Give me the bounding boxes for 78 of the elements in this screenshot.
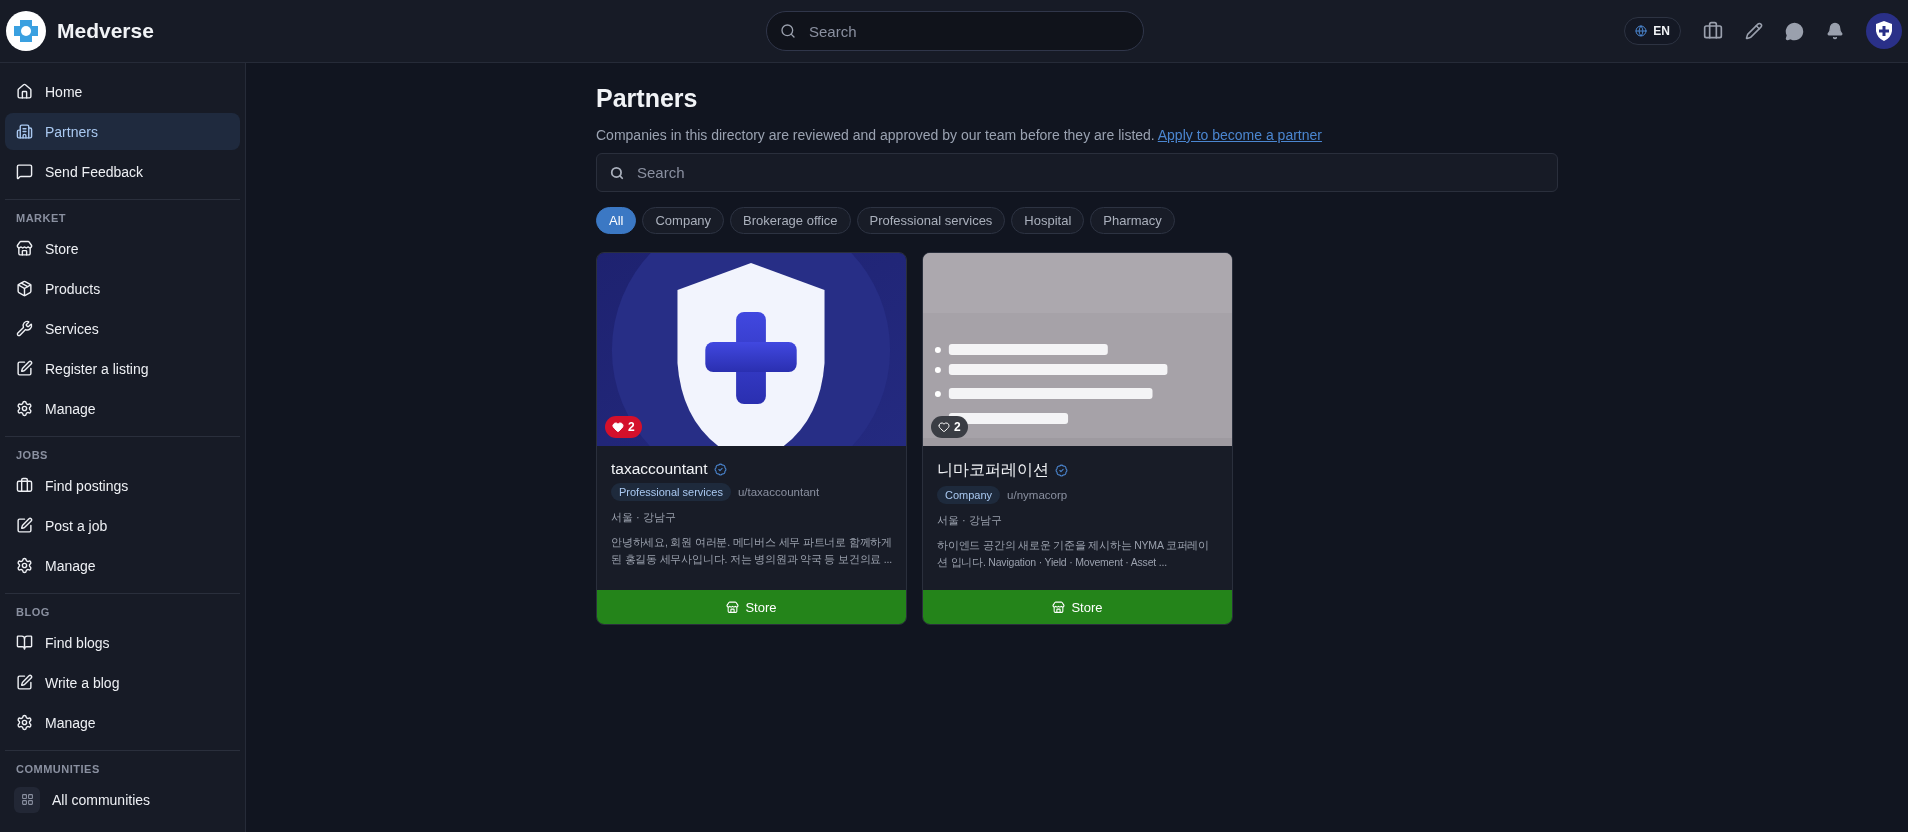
store-icon (16, 240, 33, 257)
page-title: Partners (596, 84, 699, 113)
building-icon (16, 123, 33, 140)
like-badge[interactable]: 2 (931, 416, 968, 438)
filter-chip[interactable]: All (596, 207, 637, 234)
search-icon (610, 165, 624, 180)
store-button[interactable]: Store (923, 590, 1232, 624)
category-tag: Company (937, 486, 1001, 504)
partner-description: 안녕하세요, 회원 여러분. 메디버스 세무 파트너로 함께하게 된 홍길동 세무사입니다. 저는 병의원과 약국 등 보건의료 ... (611, 535, 892, 567)
partner-card[interactable]: 2 니마코퍼레이션 Company u/nymacorp 서울 · 강남구 하이엔드 공간의 새로운 기준을 제시하는 NYMA 코퍼레이션 입니다. Navigation · Yield · Movement · Asset ... Store (922, 252, 1233, 625)
section-heading: BLOG (15, 605, 51, 620)
filter-chip[interactable]: Company (642, 207, 725, 234)
sidebar-item[interactable]: Register a listing (5, 350, 240, 387)
sidebar-item[interactable]: Find blogs (5, 624, 240, 661)
partner-card[interactable]: 2 taxaccountant Professional services u/taxaccountant 서울 · 강남구 안녕하세요, 회원 여러분. 메디버스 세무 파트너로 함께하게 된 홍길동 세무사입니다. 저는 병의원과 약국 등 보건의료 ... Store (596, 252, 907, 625)
store-button[interactable]: Store (597, 590, 906, 624)
sidebar-item[interactable]: Manage (5, 390, 240, 427)
location-text: 서울 · 강남구 (611, 510, 677, 525)
store-icon (726, 600, 740, 614)
user-handle: u/taxaccountant (737, 486, 820, 498)
settings-icon (16, 557, 33, 574)
logo-icon (6, 11, 46, 51)
settings-icon (16, 714, 33, 731)
sidebar-item[interactable]: Send Feedback (5, 153, 240, 190)
sidebar-item[interactable]: All communities (5, 781, 240, 818)
sidebar-item[interactable]: Write a blog (5, 664, 240, 701)
wrench-icon (16, 320, 33, 337)
globe-icon (1635, 25, 1648, 37)
book-icon (16, 634, 33, 651)
box-icon (16, 280, 33, 297)
avatar[interactable] (1866, 13, 1902, 49)
page-description: Companies in this directory are reviewed and approved by our team before they are listed. Apply to become a partner (596, 127, 1323, 143)
search-field[interactable]: Search (596, 153, 1558, 192)
pencil-button[interactable] (1745, 22, 1763, 40)
filter-chip[interactable]: Hospital (1011, 207, 1085, 234)
sidebar-item[interactable]: Post a job (5, 507, 240, 544)
search-field[interactable]: Search (766, 11, 1144, 51)
briefcase-icon (16, 477, 33, 494)
section-heading: JOBS (15, 448, 49, 463)
sidebar-item[interactable]: Services (5, 310, 240, 347)
edit-icon (16, 674, 33, 691)
like-badge[interactable]: 2 (605, 416, 642, 438)
filter-chip[interactable]: Pharmacy (1090, 207, 1175, 234)
sidebar-item[interactable]: Manage (5, 547, 240, 584)
like-count: 2 (954, 420, 961, 434)
filter-chip[interactable]: Brokerage office (730, 207, 851, 234)
sidebar-item[interactable]: Store (5, 230, 240, 267)
home-icon (16, 83, 33, 100)
store-icon (1052, 600, 1066, 614)
sidebar-item[interactable]: Products (5, 270, 240, 307)
heart-icon (612, 421, 624, 433)
language-button[interactable]: EN (1624, 17, 1681, 45)
app-name: Medverse (57, 19, 154, 43)
search-icon (780, 23, 796, 39)
partner-name: 니마코퍼레이션 (937, 460, 1049, 480)
partner-description: 하이엔드 공간의 새로운 기준을 제시하는 NYMA 코퍼레이션 입니다. Navigation · Yield · Movement · Asset ... (937, 538, 1211, 570)
partner-name: taxaccountant (611, 460, 708, 478)
settings-icon (16, 400, 33, 417)
notifications-button[interactable] (1826, 22, 1844, 40)
chat-icon (16, 163, 33, 180)
section-heading: COMMUNITIES (15, 762, 101, 777)
sidebar-item[interactable]: Find postings (5, 467, 240, 504)
grid-icon (14, 786, 40, 813)
sidebar-item[interactable]: Home (5, 73, 240, 110)
section-heading: MARKET (15, 211, 68, 226)
location-text: 서울 · 강남구 (937, 513, 1003, 528)
sidebar-item[interactable]: Partners (5, 113, 240, 150)
apply-link[interactable]: Apply to become a partner (1157, 127, 1322, 143)
user-handle: u/nymacorp (1007, 489, 1068, 501)
briefcase-button[interactable] (1703, 21, 1723, 41)
category-tag: Professional services (611, 483, 731, 501)
heart-icon (938, 421, 950, 433)
like-count: 2 (628, 420, 635, 434)
edit-icon (16, 517, 33, 534)
chat-button[interactable] (1785, 21, 1804, 41)
filter-chip[interactable]: Professional services (856, 207, 1006, 234)
edit-icon (16, 360, 33, 377)
sidebar-item[interactable]: Manage (5, 704, 240, 741)
